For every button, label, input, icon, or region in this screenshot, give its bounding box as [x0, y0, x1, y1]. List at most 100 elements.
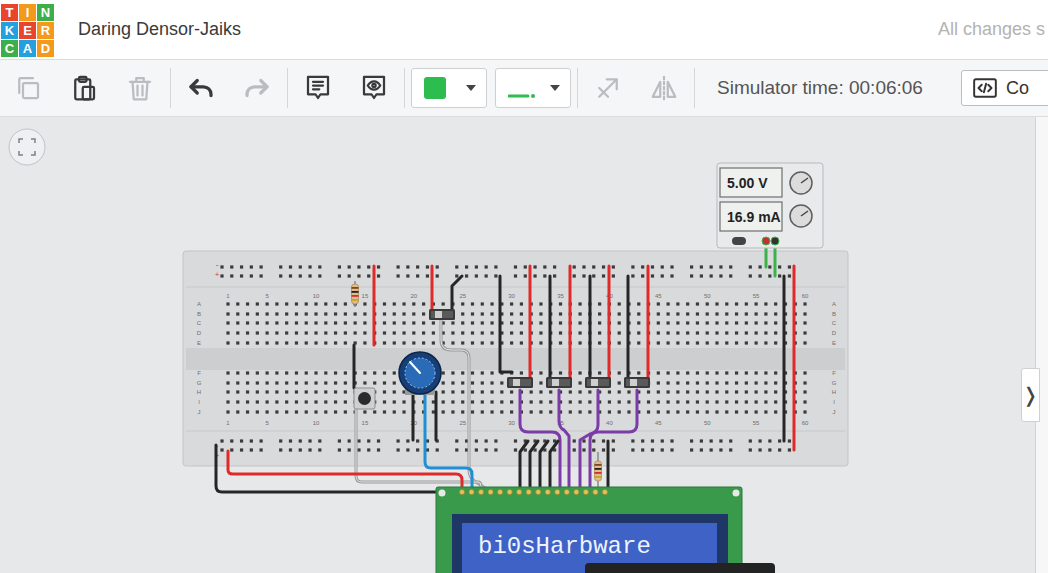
logo-letter: D	[37, 40, 54, 57]
black-wire[interactable]	[435, 392, 438, 440]
potentiometer[interactable]	[399, 352, 441, 395]
knob[interactable]	[790, 205, 812, 227]
black-wire[interactable]	[353, 345, 356, 388]
resistor[interactable]	[352, 281, 359, 307]
red-wire[interactable]	[228, 451, 462, 492]
circuit-canvas[interactable]: 1155101015152020252530303535404045455050…	[0, 117, 1048, 573]
black-wire[interactable]	[540, 441, 548, 492]
resistor[interactable]	[595, 452, 602, 490]
row-label: D	[832, 330, 837, 336]
row-label: E	[197, 340, 201, 346]
row-label: H	[832, 389, 836, 395]
separator	[170, 68, 171, 108]
black-wire[interactable]	[627, 276, 630, 382]
separator	[287, 68, 288, 108]
code-icon	[972, 75, 998, 101]
column-label: 10	[313, 420, 320, 426]
black-wire[interactable]	[500, 276, 512, 372]
red-wire[interactable]	[647, 266, 650, 382]
logo-letter: A	[19, 40, 36, 57]
row-label: F	[832, 370, 836, 376]
lcd-text: bi0sHarbware	[478, 533, 651, 560]
wires	[216, 241, 794, 492]
align-icon	[593, 73, 623, 103]
column-label: 25	[459, 293, 466, 299]
purple-wire[interactable]	[590, 390, 637, 492]
black-wire[interactable]	[550, 441, 558, 492]
purple-wire[interactable]	[520, 390, 560, 492]
column-label: 45	[655, 293, 662, 299]
slide-switch[interactable]	[624, 377, 650, 388]
logo-letter: I	[19, 4, 36, 21]
purple-wire[interactable]	[559, 390, 569, 492]
code-button[interactable]: Co	[961, 70, 1048, 106]
logo-letter: N	[37, 4, 54, 21]
red-wire[interactable]	[431, 266, 434, 312]
column-label: 60	[802, 293, 809, 299]
breadboard-holes	[220, 265, 806, 451]
circuit-stage: 1155101015152020252530303535404045455050…	[0, 117, 1048, 573]
row-label: C	[197, 320, 202, 326]
column-label: 25	[459, 420, 466, 426]
notesview-button[interactable]	[346, 60, 402, 116]
mirror-button[interactable]	[636, 60, 692, 116]
row-label: B	[197, 311, 201, 317]
design-title[interactable]: Daring Densor-Jaiks	[78, 16, 241, 43]
row-label: G	[197, 380, 202, 386]
red-wire[interactable]	[373, 266, 376, 345]
row-label: J	[198, 409, 201, 415]
slide-switch[interactable]	[429, 309, 455, 320]
slide-switch[interactable]	[546, 377, 572, 388]
power-supply[interactable]: 5.00 V16.9 mA	[717, 163, 823, 248]
black-wire[interactable]	[216, 445, 455, 492]
black-wire[interactable]	[412, 392, 415, 440]
blue-wire[interactable]	[425, 393, 472, 492]
row-label: G	[832, 380, 837, 386]
tinkercad-logo[interactable]: TINKERCAD	[1, 4, 54, 57]
color-dropdown[interactable]	[411, 68, 487, 108]
black-wire[interactable]	[589, 276, 592, 382]
save-status: All changes s	[938, 16, 1048, 43]
undo-button[interactable]	[173, 60, 229, 116]
column-label: 1	[226, 293, 230, 299]
black-wire[interactable]	[607, 441, 610, 492]
copy-button[interactable]	[0, 60, 56, 116]
column-label: 60	[802, 420, 809, 426]
align-button[interactable]	[580, 60, 636, 116]
breadboard[interactable]: 1155101015152020252530303535404045455050…	[183, 251, 848, 466]
red-wire[interactable]	[569, 266, 572, 382]
slide-switch[interactable]	[507, 377, 533, 388]
delete-button[interactable]	[112, 60, 168, 116]
black-wire[interactable]	[549, 276, 552, 382]
delete-icon	[125, 73, 155, 103]
column-label: 15	[362, 420, 369, 426]
paste-button[interactable]	[56, 60, 112, 116]
color-swatch	[424, 77, 446, 99]
column-label: 40	[606, 420, 613, 426]
redo-button[interactable]	[229, 60, 285, 116]
power-switch[interactable]	[732, 237, 746, 245]
black-wire[interactable]	[783, 276, 786, 441]
grey-wire[interactable]	[441, 320, 491, 492]
red-wire[interactable]	[793, 266, 796, 450]
push-button[interactable]	[354, 388, 375, 409]
black-wire[interactable]	[520, 441, 528, 492]
lcd-display[interactable]: bi0sHarbware	[436, 487, 742, 573]
row-label: B	[832, 311, 836, 317]
column-label: 20	[410, 293, 417, 299]
column-label: 50	[704, 293, 711, 299]
code-button-label: Co	[1006, 75, 1029, 102]
note-button[interactable]	[290, 60, 346, 116]
red-wire[interactable]	[529, 266, 532, 382]
wire-style-dropdown[interactable]	[495, 68, 571, 108]
fit-view-button[interactable]	[9, 129, 45, 165]
knob[interactable]	[790, 172, 812, 194]
side-panel-toggle[interactable]: ❭	[1021, 368, 1040, 422]
row-label: J	[833, 409, 836, 415]
black-wire[interactable]	[530, 441, 538, 492]
red-wire[interactable]	[608, 266, 611, 382]
black-wire[interactable]	[452, 276, 462, 312]
side-panel: ❭	[1035, 117, 1048, 573]
slide-switch[interactable]	[585, 377, 611, 388]
caret-icon	[466, 85, 476, 91]
